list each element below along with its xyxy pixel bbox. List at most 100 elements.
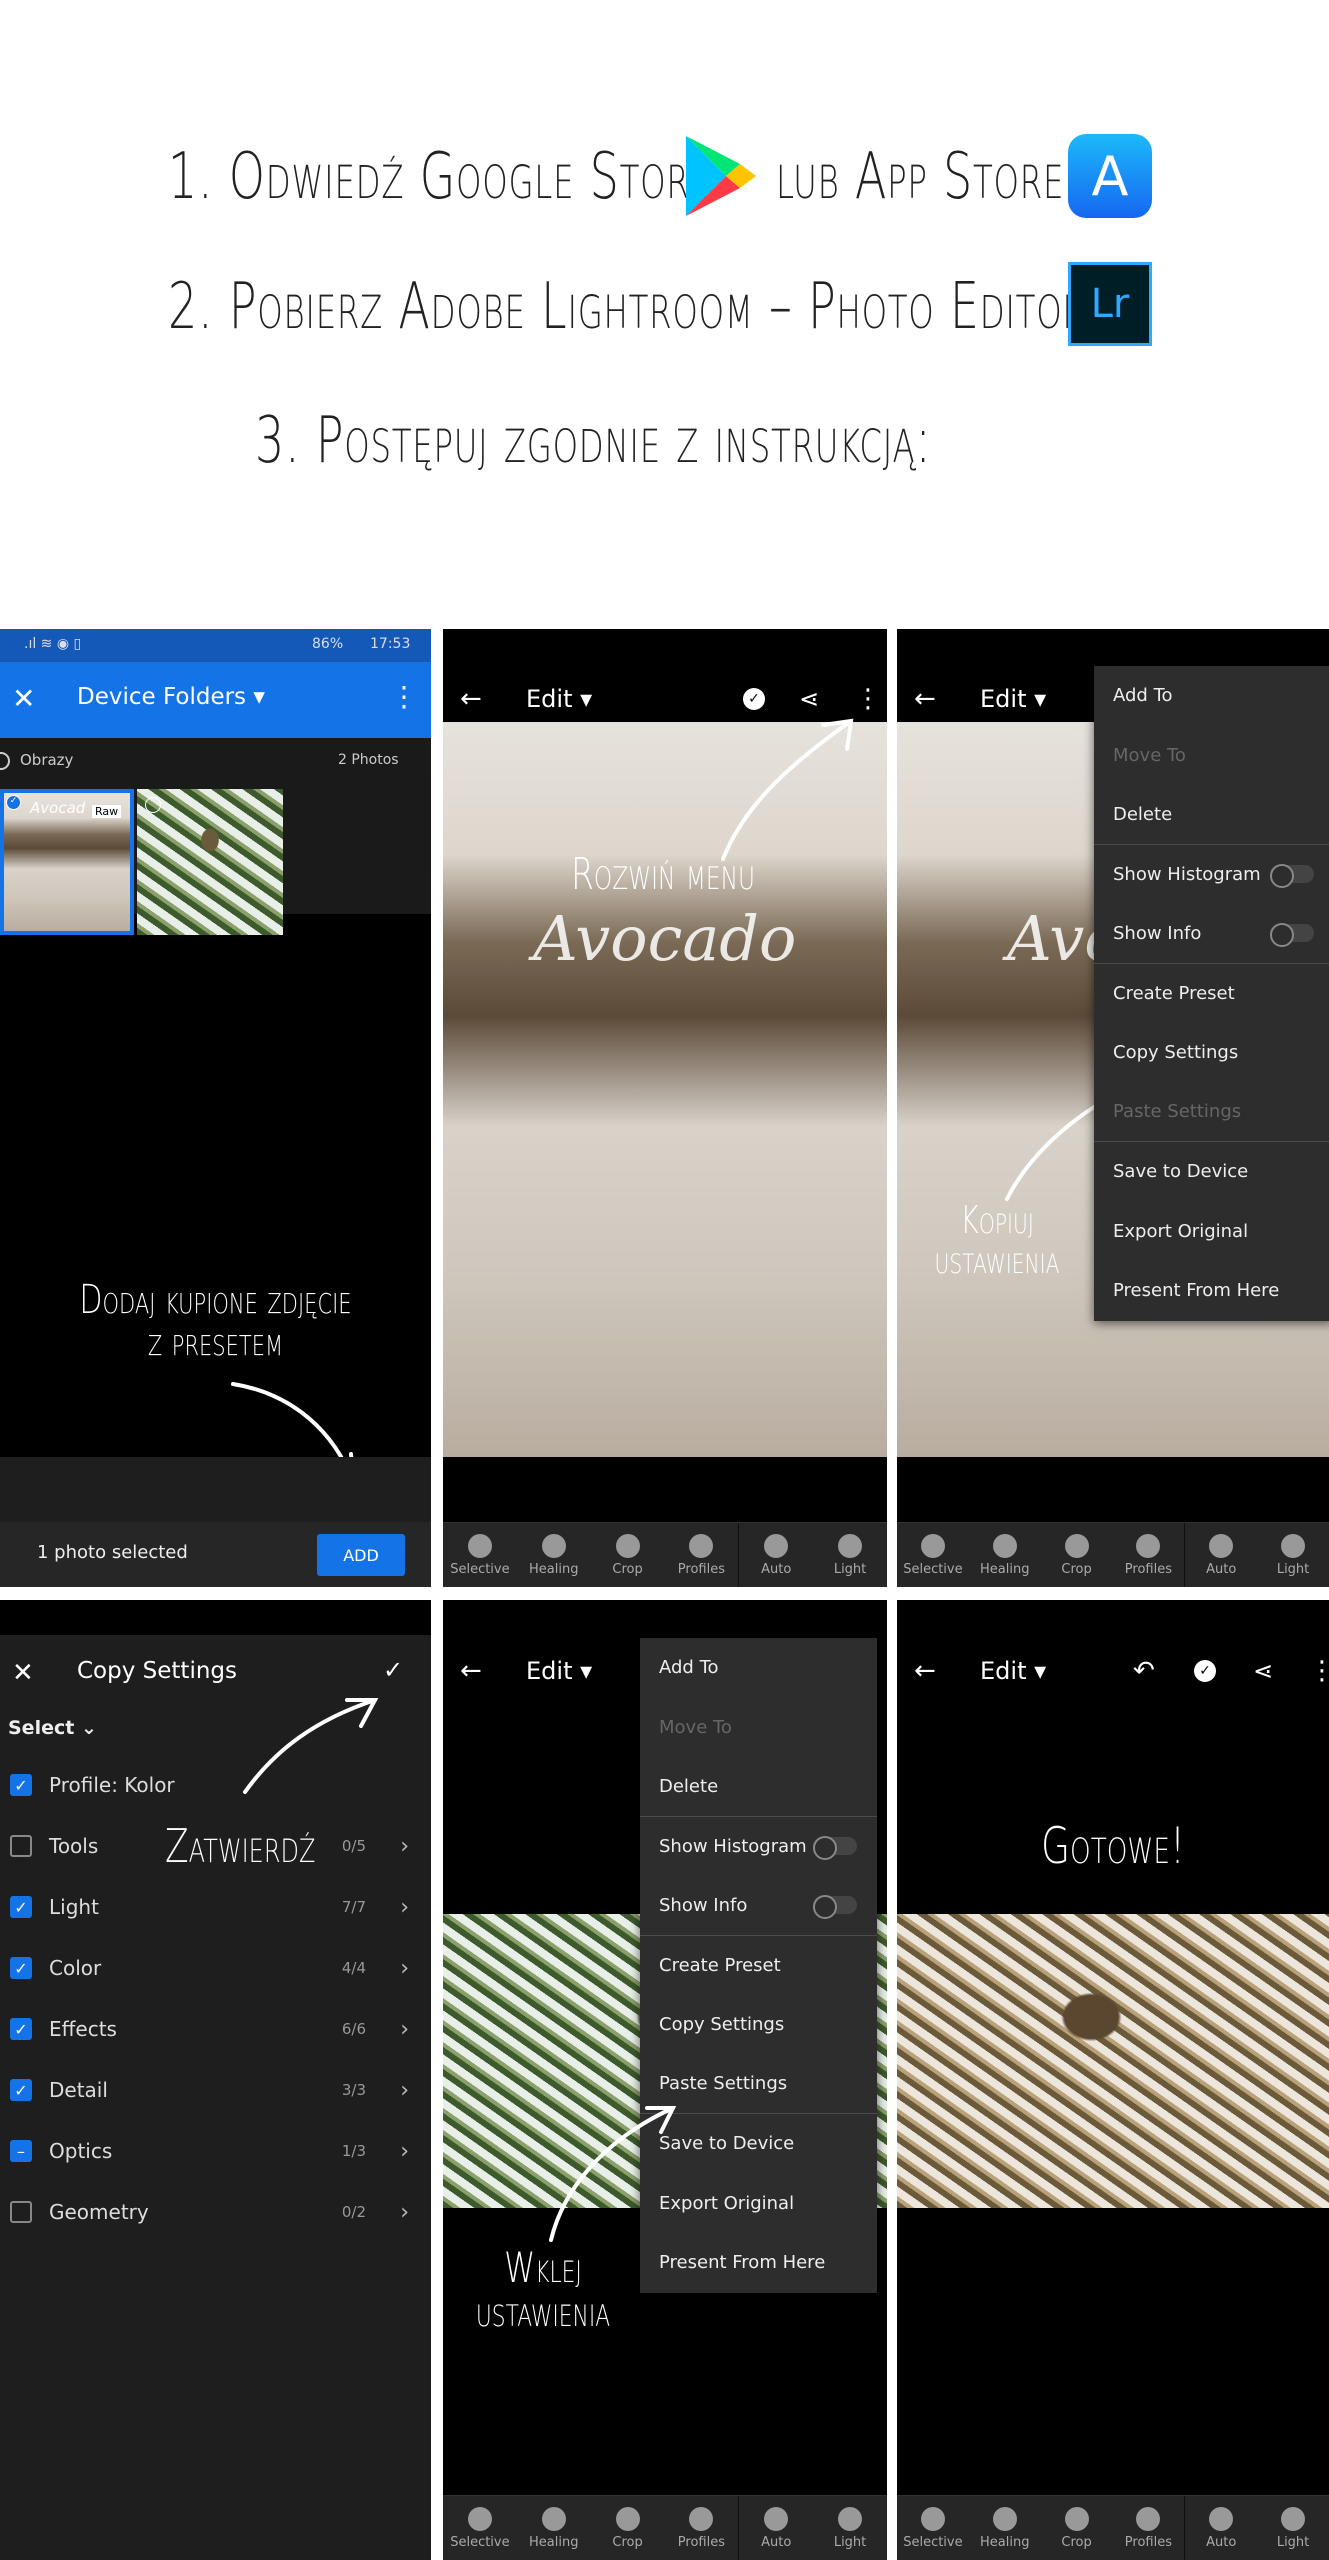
toolbar-crop[interactable]: Crop (1041, 1523, 1113, 1587)
edit-mode-dropdown[interactable]: Edit ▾ (526, 685, 592, 713)
toolbar-auto[interactable]: Auto (1184, 2496, 1257, 2560)
menu-item-create-preset[interactable]: Create Preset (640, 1936, 877, 1996)
chevron-right-icon[interactable]: › (400, 1956, 409, 1981)
menu-item-delete[interactable]: Delete (1094, 785, 1329, 845)
menu-item-copy-settings[interactable]: Copy Settings (640, 1995, 877, 2055)
app-bar: ✕ Device Folders ▾ ⋮ (0, 662, 431, 738)
chevron-right-icon[interactable]: › (400, 2139, 409, 2164)
edit-mode-dropdown[interactable]: Edit ▾ (980, 685, 1046, 713)
toolbar-auto[interactable]: Auto (738, 1523, 813, 1587)
toolbar-light[interactable]: Light (1257, 2496, 1329, 2560)
checkbox[interactable]: ✓ (10, 1896, 32, 1918)
battery-level: 86% (312, 636, 344, 652)
profiles-icon (1136, 1533, 1161, 1558)
select-dropdown[interactable]: Select ⌄ (8, 1717, 97, 1739)
toolbar-light[interactable]: Light (1257, 1523, 1329, 1587)
settings-row-light[interactable]: ✓ Light 7/7 › (0, 1877, 431, 1937)
back-arrow-icon[interactable]: ← (914, 1656, 936, 1686)
checkbox[interactable] (10, 2201, 32, 2223)
menu-item-show-info[interactable]: Show Info (640, 1876, 877, 1936)
toolbar-light[interactable]: Light (813, 2496, 887, 2560)
close-icon[interactable]: ✕ (12, 1658, 34, 1688)
done-check-icon[interactable]: ✓ (743, 688, 765, 710)
back-arrow-icon[interactable]: ← (460, 1656, 482, 1686)
settings-row-effects[interactable]: ✓ Effects 6/6 › (0, 1999, 431, 2059)
checkbox[interactable]: – (10, 2140, 32, 2162)
toolbar-auto[interactable]: Auto (738, 2496, 813, 2560)
toggle-switch[interactable] (1270, 923, 1314, 948)
toggle-switch[interactable] (813, 1836, 857, 1861)
folder-picker[interactable]: Device Folders ▾ (77, 684, 265, 710)
checkbox[interactable]: ✓ (10, 2079, 32, 2101)
settings-row-detail[interactable]: ✓ Detail 3/3 › (0, 2060, 431, 2120)
settings-row-color[interactable]: ✓ Color 4/4 › (0, 1938, 431, 1998)
toolbar-selective[interactable]: Selective (443, 1523, 517, 1587)
menu-item-export-original[interactable]: Export Original (1094, 1202, 1329, 1262)
checkbox[interactable]: ✓ (10, 1774, 32, 1796)
menu-item-copy-settings[interactable]: Copy Settings (1094, 1023, 1329, 1083)
toolbar-crop[interactable]: Crop (591, 1523, 665, 1587)
done-check-icon[interactable]: ✓ (1194, 1660, 1216, 1682)
toolbar-profiles[interactable]: Profiles (664, 2496, 738, 2560)
toolbar-profiles[interactable]: Profiles (664, 1523, 738, 1587)
settings-row-geometry[interactable]: Geometry 0/2 › (0, 2182, 431, 2242)
chevron-right-icon[interactable]: › (400, 1895, 409, 1920)
close-icon[interactable]: ✕ (12, 682, 35, 715)
chevron-right-icon[interactable]: › (400, 2078, 409, 2103)
settings-row-count: 3/3 (341, 2081, 366, 2099)
toolbar-healing[interactable]: Healing (969, 2496, 1041, 2560)
settings-row-optics[interactable]: – Optics 1/3 › (0, 2121, 431, 2181)
menu-item-create-preset[interactable]: Create Preset (1094, 964, 1329, 1024)
edit-mode-dropdown[interactable]: Edit ▾ (526, 1657, 592, 1685)
edit-mode-dropdown[interactable]: Edit ▾ (980, 1657, 1046, 1685)
bottom-gap (0, 1457, 431, 1522)
instruction-line-1-or: lub App Store (776, 140, 1065, 214)
menu-item-add-to[interactable]: Add To (640, 1638, 877, 1698)
settings-row-label: Detail (49, 2078, 108, 2102)
folder-select-radio[interactable] (0, 752, 10, 770)
toolbar-crop[interactable]: Crop (591, 2496, 665, 2560)
menu-item-save-to-device[interactable]: Save to Device (1094, 1142, 1329, 1202)
toggle-switch[interactable] (1270, 864, 1314, 889)
toolbar-profiles[interactable]: Profiles (1112, 2496, 1184, 2560)
menu-item-delete[interactable]: Delete (640, 1757, 877, 1817)
menu-item-present-from-here[interactable]: Present From Here (1094, 1261, 1329, 1321)
back-arrow-icon[interactable]: ← (460, 684, 482, 714)
checkbox[interactable]: ✓ (10, 1957, 32, 1979)
chevron-right-icon[interactable]: › (400, 1834, 409, 1859)
add-button[interactable]: ADD (317, 1534, 405, 1576)
menu-item-show-info[interactable]: Show Info (1094, 904, 1329, 964)
toolbar-selective[interactable]: Selective (897, 1523, 969, 1587)
toolbar-label: Auto (1206, 1561, 1237, 1577)
share-icon[interactable]: ⋖ (1253, 1657, 1273, 1685)
photo-thumbnail-selected[interactable]: ✓ Avocad Raw (0, 789, 134, 935)
toolbar-light[interactable]: Light (813, 1523, 887, 1587)
toolbar-crop[interactable]: Crop (1041, 2496, 1113, 2560)
light-icon (1281, 2506, 1306, 2531)
menu-item-show-histogram[interactable]: Show Histogram (640, 1817, 877, 1877)
back-arrow-icon[interactable]: ← (914, 684, 936, 714)
more-icon[interactable]: ⋮ (390, 680, 418, 713)
toolbar-label: Crop (612, 2534, 643, 2550)
toolbar-auto[interactable]: Auto (1184, 1523, 1257, 1587)
chevron-right-icon[interactable]: › (400, 2017, 409, 2042)
toolbar-selective[interactable]: Selective (897, 2496, 969, 2560)
toolbar-healing[interactable]: Healing (517, 2496, 591, 2560)
toolbar-healing[interactable]: Healing (969, 1523, 1041, 1587)
photo-thumbnail[interactable] (137, 789, 283, 935)
toolbar-selective[interactable]: Selective (443, 2496, 517, 2560)
checkbox[interactable]: ✓ (10, 2018, 32, 2040)
more-icon[interactable]: ⋮ (1309, 1656, 1329, 1686)
undo-icon[interactable]: ↶ (1133, 1656, 1155, 1686)
menu-item-show-histogram[interactable]: Show Histogram (1094, 845, 1329, 905)
toolbar-label: Profiles (677, 1561, 725, 1577)
select-label: Select (8, 1717, 75, 1739)
menu-item-add-to[interactable]: Add To (1094, 666, 1329, 726)
toggle-switch[interactable] (813, 1895, 857, 1920)
toolbar-profiles[interactable]: Profiles (1112, 1523, 1184, 1587)
chevron-right-icon[interactable]: › (400, 2200, 409, 2225)
confirm-check-icon[interactable]: ✓ (383, 1656, 403, 1684)
toolbar-healing[interactable]: Healing (517, 1523, 591, 1587)
select-circle[interactable] (145, 797, 161, 813)
checkbox[interactable] (10, 1835, 32, 1857)
